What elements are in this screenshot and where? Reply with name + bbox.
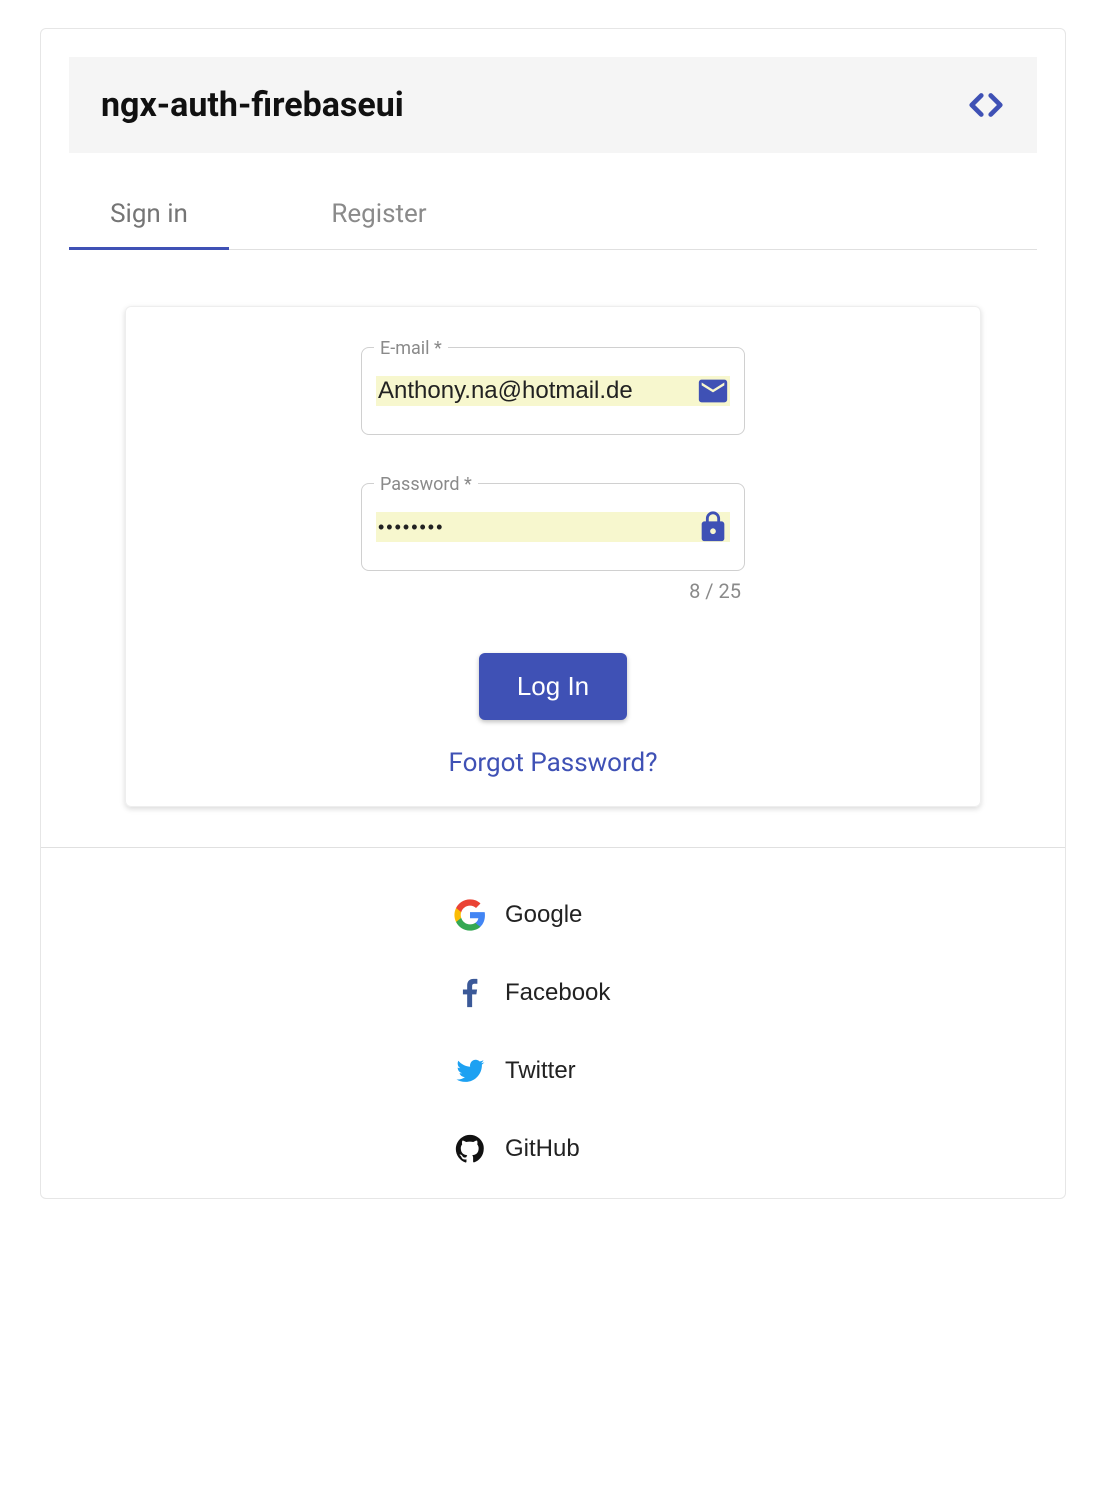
provider-github-label: GitHub [505, 1135, 580, 1163]
password-input[interactable] [376, 512, 690, 542]
github-icon [453, 1132, 487, 1166]
auth-providers: Google Facebook Twitter [41, 847, 1065, 1198]
facebook-icon [453, 976, 487, 1010]
google-icon [453, 898, 487, 932]
email-input[interactable] [376, 376, 690, 406]
card-header: ngx-auth-firebaseui [69, 57, 1037, 153]
mail-icon [696, 374, 730, 408]
provider-facebook-button[interactable]: Facebook [453, 962, 653, 1024]
forgot-password-link[interactable]: Forgot Password? [448, 748, 657, 778]
tab-signin[interactable]: Sign in [69, 181, 229, 250]
card-title: ngx-auth-firebaseui [101, 85, 404, 125]
twitter-icon [453, 1054, 487, 1088]
provider-google-button[interactable]: Google [453, 884, 653, 946]
code-icon[interactable] [967, 86, 1005, 124]
email-field-wrap: E-mail * [361, 347, 745, 435]
provider-google-label: Google [505, 901, 582, 929]
provider-github-button[interactable]: GitHub [453, 1118, 653, 1180]
provider-twitter-label: Twitter [505, 1057, 576, 1085]
lock-icon [696, 510, 730, 544]
tab-register[interactable]: Register [299, 181, 459, 249]
provider-facebook-label: Facebook [505, 979, 610, 1007]
password-field-wrap: Password * 8 / 25 [361, 483, 745, 603]
password-field-box: Password * [361, 483, 745, 571]
email-field-box: E-mail * [361, 347, 745, 435]
password-char-count: 8 / 25 [361, 579, 745, 603]
provider-twitter-button[interactable]: Twitter [453, 1040, 653, 1102]
login-button[interactable]: Log In [479, 653, 627, 720]
email-label: E-mail * [374, 338, 448, 359]
auth-tabs: Sign in Register [69, 181, 1037, 250]
auth-card: ngx-auth-firebaseui Sign in Register E-m… [40, 28, 1066, 1199]
signin-form: E-mail * Password * 8 / 25 [125, 306, 981, 807]
password-label: Password * [374, 474, 478, 495]
